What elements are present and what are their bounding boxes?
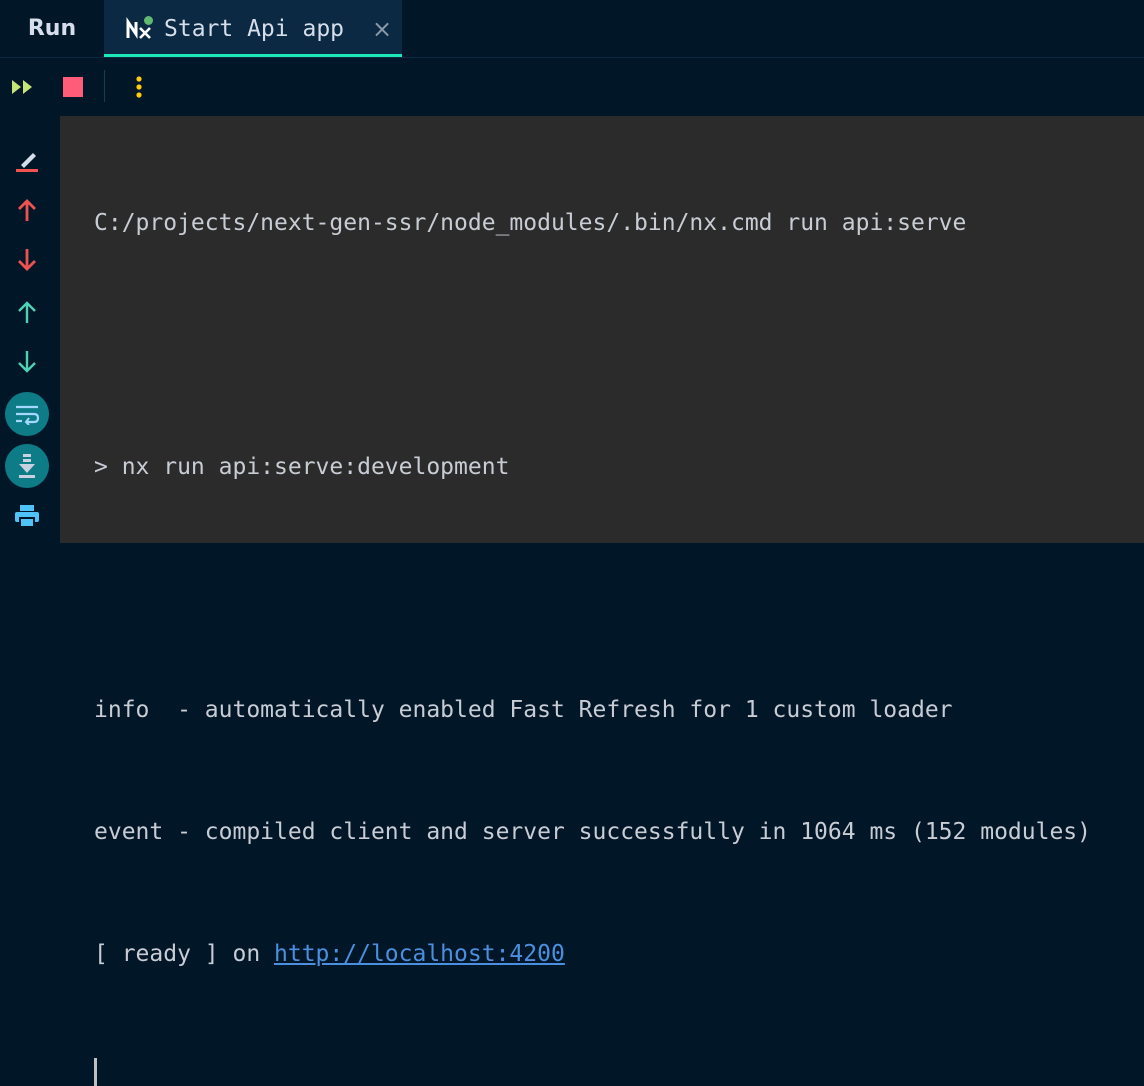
- scroll-up-icon[interactable]: [5, 290, 49, 334]
- stop-icon[interactable]: [58, 72, 88, 102]
- console-output[interactable]: C:/projects/next-gen-ssr/node_modules/.b…: [60, 116, 1144, 1086]
- console-line: C:/projects/next-gen-ssr/node_modules/.b…: [94, 210, 967, 237]
- rerun-icon[interactable]: [8, 72, 38, 102]
- tab-run[interactable]: Run: [0, 0, 104, 57]
- active-tab-indicator: [104, 54, 402, 57]
- console-input-line[interactable]: [94, 1056, 1144, 1086]
- print-icon[interactable]: [5, 494, 49, 538]
- tab-bar: Run Start Api app ×: [0, 0, 1144, 58]
- tab-title: Start Api app: [164, 15, 345, 42]
- clear-output-icon[interactable]: [5, 138, 49, 182]
- next-occurrence-icon[interactable]: [5, 238, 49, 282]
- console-sidebar: [0, 116, 60, 543]
- scroll-down-icon[interactable]: [5, 340, 49, 384]
- nx-icon: [126, 15, 156, 42]
- soft-wrap-icon[interactable]: [5, 392, 49, 436]
- tab-run-label: Run: [27, 16, 77, 41]
- console-line: info - automatically enabled Fast Refres…: [94, 697, 953, 724]
- toolbar-separator: [104, 70, 105, 102]
- run-toolbar: [0, 58, 1144, 116]
- close-icon[interactable]: ×: [372, 15, 392, 43]
- ready-prefix: [ ready ] on: [94, 940, 275, 967]
- more-vertical-icon[interactable]: [124, 72, 154, 102]
- tab-start-api-app[interactable]: Start Api app ×: [104, 0, 402, 57]
- previous-occurrence-icon[interactable]: [5, 188, 49, 232]
- text-caret: [94, 1058, 97, 1086]
- scroll-to-end-icon[interactable]: [5, 444, 49, 488]
- localhost-link[interactable]: http://localhost:4200: [274, 941, 565, 967]
- console-line: > nx run api:serve:development: [94, 453, 510, 480]
- console-ready-line: [ ready ] on http://localhost:4200: [94, 934, 1144, 975]
- console-line: event - compiled client and server succe…: [94, 819, 1091, 846]
